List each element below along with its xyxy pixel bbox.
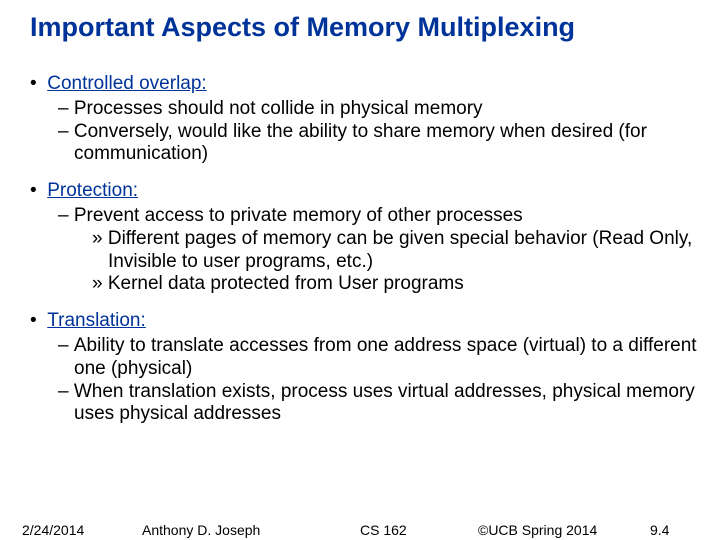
subbullet: – Processes should not collide in physic… (58, 98, 710, 166)
bullet-icon: • (30, 310, 47, 331)
slide: Important Aspects of Memory Multiplexing… (0, 0, 720, 540)
bullet-translation: • Translation: (30, 310, 710, 333)
subbullet-line: – Prevent access to private memory of ot… (58, 205, 710, 228)
footer-copyright: ©UCB Spring 2014 (478, 522, 597, 538)
bullet-label: Controlled overlap: (47, 73, 206, 94)
subsubbullet-line: » Kernel data protected from User progra… (92, 273, 710, 296)
subbullet-text: Conversely, would like the ability to sh… (74, 121, 647, 165)
bullet-icon: • (30, 73, 47, 94)
subbullet-line: – Processes should not collide in physic… (58, 98, 710, 121)
subbullet-text: Processes should not collide in physical… (74, 98, 483, 119)
footer-page: 9.4 (650, 522, 669, 538)
subbullet-line: – When translation exists, process uses … (58, 381, 710, 427)
subsubbullet-text: Different pages of memory can be given s… (108, 228, 692, 272)
subbullet-line: – Ability to translate accesses from one… (58, 335, 710, 381)
bullet-icon: • (30, 180, 47, 201)
slide-body: • Controlled overlap: – Processes should… (0, 43, 720, 426)
subbullet-line: – Conversely, would like the ability to … (58, 121, 710, 167)
bullet-protection: • Protection: (30, 180, 710, 203)
subbullet-text: Prevent access to private memory of othe… (74, 205, 523, 226)
subbullet: – Ability to translate accesses from one… (58, 335, 710, 426)
bullet-label: Protection: (47, 180, 138, 201)
footer-date: 2/24/2014 (22, 522, 84, 538)
subsubbullet: » Different pages of memory can be given… (92, 228, 710, 296)
bullet-label: Translation: (47, 310, 146, 331)
subbullet-text: Ability to translate accesses from one a… (74, 335, 697, 379)
subbullet-text: When translation exists, process uses vi… (74, 381, 695, 425)
subsubbullet-text: Kernel data protected from User programs (108, 273, 464, 294)
subsubbullet-line: » Different pages of memory can be given… (92, 228, 710, 274)
footer-author: Anthony D. Joseph (142, 522, 260, 538)
slide-title: Important Aspects of Memory Multiplexing (0, 0, 720, 43)
subbullet: – Prevent access to private memory of ot… (58, 205, 710, 228)
footer-course: CS 162 (360, 522, 407, 538)
bullet-controlled-overlap: • Controlled overlap: (30, 73, 710, 96)
